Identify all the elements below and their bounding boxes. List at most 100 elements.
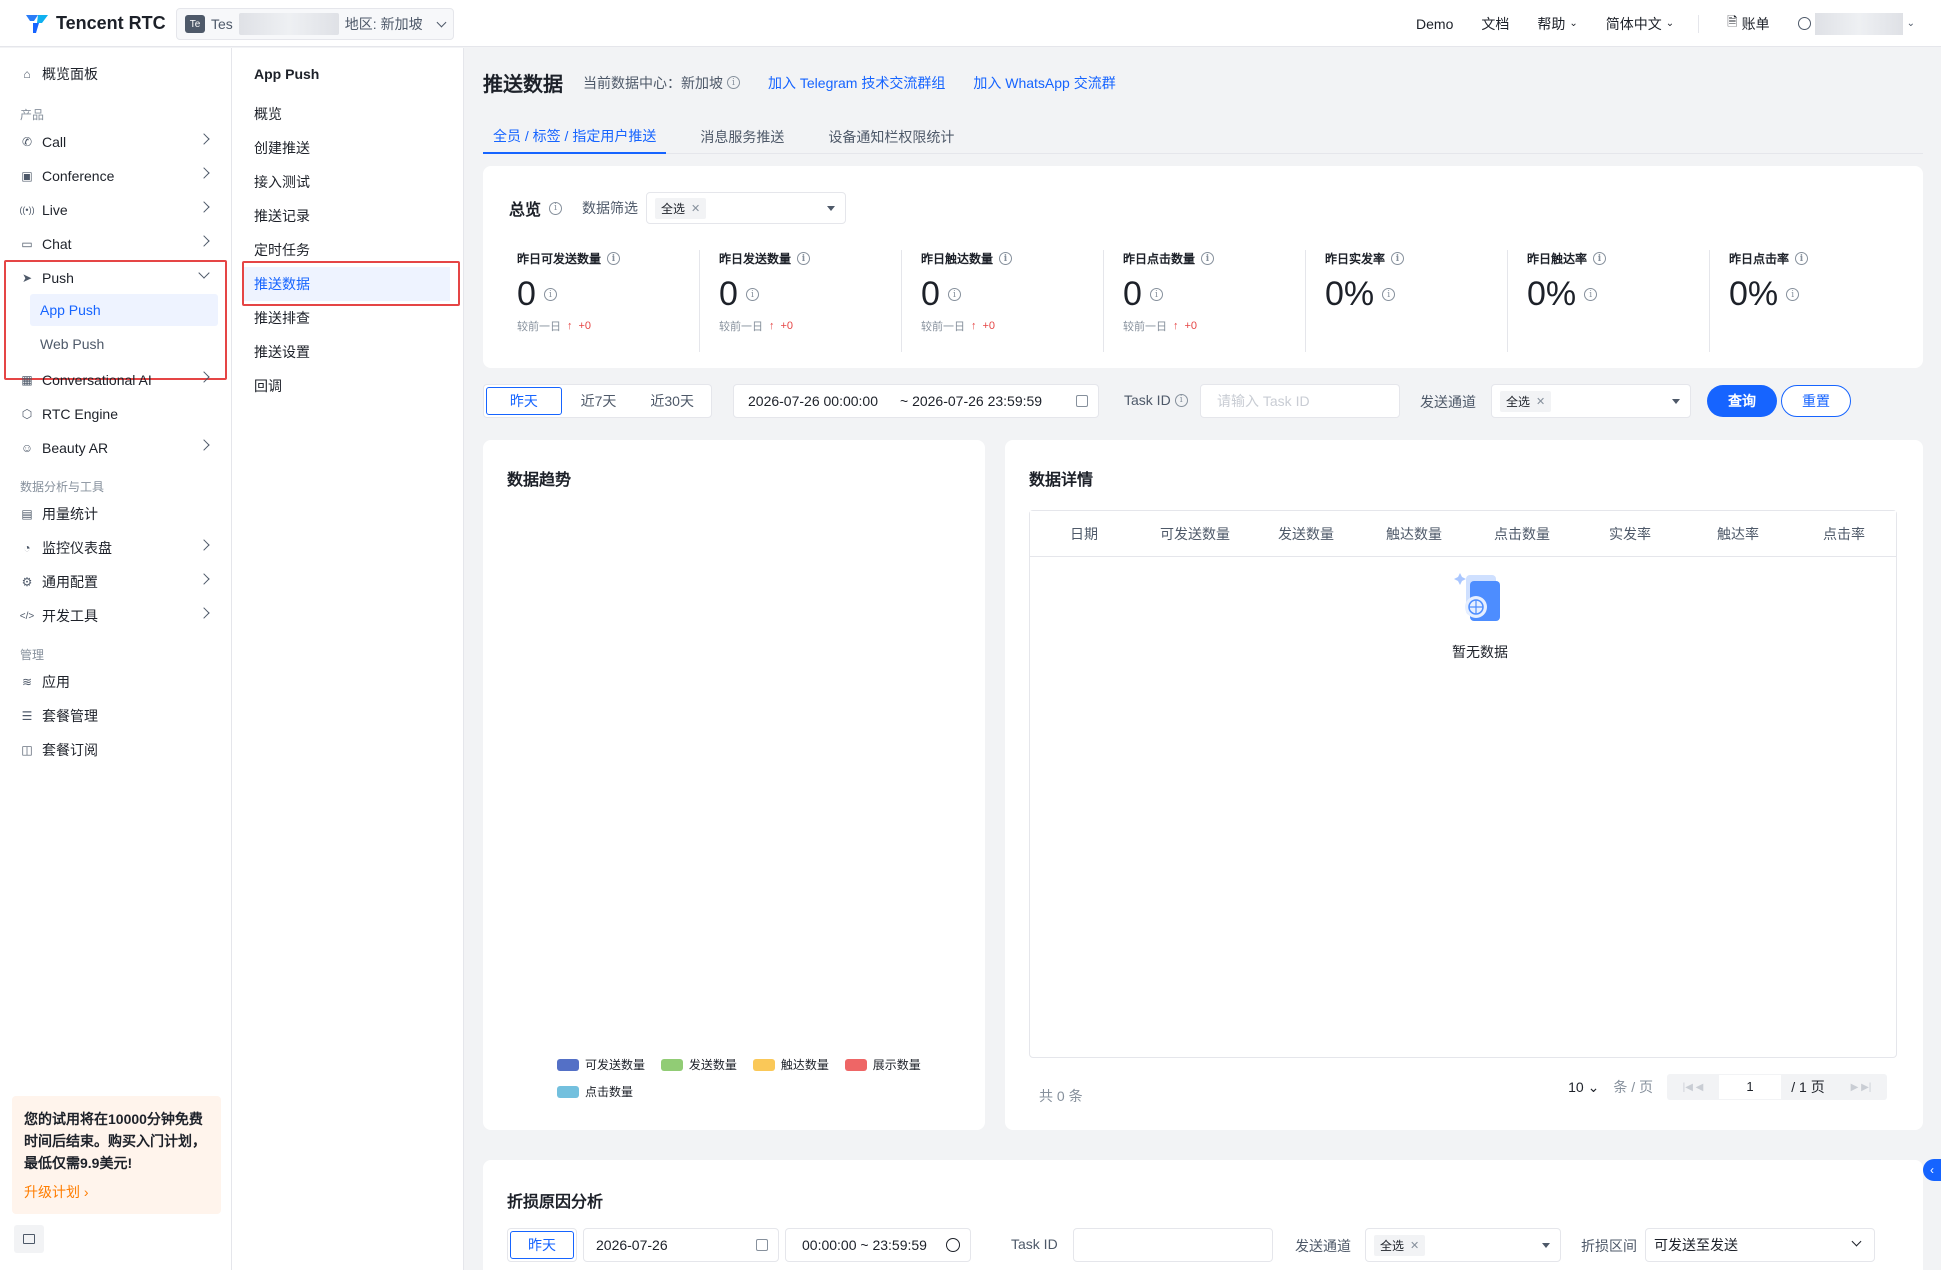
subnav-item-records[interactable]: 推送记录 (244, 199, 450, 233)
column-header[interactable]: 点击率 (1792, 524, 1896, 544)
top-link-docs[interactable]: 文档 (1481, 14, 1509, 34)
info-icon[interactable]: i (999, 252, 1013, 265)
close-icon[interactable]: ✕ (1410, 1239, 1419, 1252)
chevron-left-icon: ‹ (1930, 1163, 1934, 1177)
info-icon[interactable]: i (1174, 393, 1188, 407)
table-header: 日期 可发送数量 发送数量 触达数量 点击数量 实发率 触达率 点击率 (1030, 511, 1896, 557)
whatsapp-link[interactable]: 加入 WhatsApp 交流群 (973, 73, 1115, 93)
data-filter-row: 昨天 近7天 近30天 2026-07-26 00:00:00 ~ 2026-0… (483, 384, 1923, 424)
upgrade-link[interactable]: 升级计划 › (24, 1182, 209, 1202)
range-yesterday[interactable]: 昨天 (486, 387, 562, 415)
info-icon[interactable]: i (1593, 252, 1607, 265)
nav-item-monitor[interactable]: ◔ 监控仪表盘 (20, 534, 216, 562)
nav-item-rtc-engine[interactable]: ⬡ RTC Engine (20, 400, 216, 428)
column-header[interactable]: 点击数量 (1468, 524, 1576, 544)
tab-all-users[interactable]: 全员 / 标签 / 指定用户推送 (483, 120, 667, 154)
info-icon[interactable]: i (1149, 288, 1163, 301)
loss-taskid-input[interactable] (1073, 1228, 1273, 1262)
sidebar-collapse-button[interactable] (14, 1225, 44, 1253)
promo-text: 您的试用将在10000分钟免费时间后结束。购买入门计划，最低仅需9.9美元! (24, 1111, 206, 1171)
loss-interval-select[interactable]: 可发送至发送 (1645, 1228, 1875, 1262)
info-icon[interactable]: i (1391, 252, 1405, 265)
telegram-link[interactable]: 加入 Telegram 技术交流群组 (768, 73, 945, 93)
app-selector[interactable]: Te Tes 地区: 新加坡 (176, 8, 454, 40)
nav-item-conference[interactable]: ▣ Conference (20, 162, 216, 190)
info-icon[interactable]: i (745, 288, 759, 301)
info-icon[interactable]: i (1382, 288, 1396, 301)
nav-item-beauty-ar[interactable]: ☺ Beauty AR (20, 434, 216, 462)
reset-button[interactable]: 重置 (1781, 385, 1851, 417)
nav-item-dev-tools[interactable]: </> 开发工具 (20, 602, 216, 630)
chevron-right-icon (198, 573, 210, 585)
nav-item-plan-subscribe[interactable]: ◫ 套餐订阅 (20, 736, 216, 764)
channel-select[interactable]: 全选 ✕ (1491, 384, 1691, 418)
nav-item-conversational-ai[interactable]: ▦ Conversational AI (20, 366, 216, 394)
info-icon[interactable]: i (1584, 288, 1598, 301)
legend-item[interactable]: 展示数量 (844, 1056, 921, 1073)
billing-link[interactable]: 🗎 账单 (1727, 13, 1769, 35)
subnav-item-test[interactable]: 接入测试 (244, 165, 450, 199)
app-badge: Te (185, 15, 205, 33)
subnav-item-overview[interactable]: 概览 (244, 97, 450, 131)
nav-item-call[interactable]: ✆ Call (20, 128, 216, 156)
tab-message-service[interactable]: 消息服务推送 (690, 120, 794, 154)
nav-item-live[interactable]: ((•)) Live (19, 196, 216, 224)
page-size-select[interactable]: 10 ⌄ (1568, 1079, 1599, 1096)
column-header[interactable]: 可发送数量 (1138, 524, 1252, 544)
info-icon[interactable]: i (797, 252, 811, 265)
close-icon[interactable]: ✕ (691, 202, 700, 215)
sidebar-toggle-icon (23, 1234, 35, 1244)
prev-page-buttons[interactable]: |◀ ◀ (1667, 1082, 1719, 1093)
trend-title: 数据趋势 (507, 472, 572, 489)
legend-item[interactable]: 发送数量 (660, 1056, 737, 1073)
tab-notification-permission[interactable]: 设备通知栏权限统计 (818, 120, 964, 154)
loss-time-picker[interactable]: 00:00:00 ~ 23:59:59 (785, 1228, 971, 1262)
float-expand-button[interactable]: ‹ (1923, 1159, 1941, 1181)
info-icon[interactable]: i (607, 252, 621, 265)
close-icon[interactable]: ✕ (1536, 395, 1545, 408)
column-header[interactable]: 日期 (1030, 524, 1138, 544)
loss-channel-select[interactable]: 全选 ✕ (1365, 1228, 1561, 1262)
range-7days[interactable]: 近7天 (562, 387, 636, 415)
highlight-box-push (4, 260, 227, 380)
overview-filter-select[interactable]: 全选 ✕ (646, 192, 847, 224)
range-30days[interactable]: 近30天 (635, 387, 709, 415)
subnav-item-settings[interactable]: 推送设置 (244, 335, 450, 369)
column-header[interactable]: 发送数量 (1252, 524, 1360, 544)
info-icon[interactable]: i (947, 288, 961, 301)
page-input[interactable]: 1 (1719, 1075, 1781, 1099)
legend-item[interactable]: 触达数量 (752, 1056, 829, 1073)
nav-item-plan-manage[interactable]: ☰ 套餐管理 (20, 702, 216, 730)
info-icon[interactable]: i (1786, 288, 1800, 301)
nav-item-chat[interactable]: ▭ Chat (20, 230, 216, 258)
column-header[interactable]: 实发率 (1576, 524, 1684, 544)
nav-item-config[interactable]: ⚙ 通用配置 (20, 568, 216, 596)
column-header[interactable]: 触达率 (1684, 524, 1792, 544)
query-button[interactable]: 查询 (1707, 385, 1777, 417)
next-page-buttons[interactable]: ▶ ▶| (1835, 1082, 1887, 1093)
subnav-item-troubleshoot[interactable]: 推送排查 (244, 301, 450, 335)
nav-item-apps[interactable]: ≋ 应用 (20, 668, 216, 696)
loss-date-picker[interactable]: 2026-07-26 (583, 1228, 779, 1262)
subnav-item-callback[interactable]: 回调 (244, 369, 450, 403)
info-icon[interactable]: i (1795, 252, 1809, 265)
info-icon[interactable]: i (549, 201, 563, 215)
brand-logo[interactable]: Tencent RTC (24, 11, 166, 35)
user-menu[interactable]: ⌄ (1797, 12, 1915, 35)
column-header[interactable]: 触达数量 (1360, 524, 1468, 544)
info-icon[interactable]: i (543, 288, 557, 301)
datetime-range-picker[interactable]: 2026-07-26 00:00:00 ~ 2026-07-26 23:59:5… (733, 384, 1099, 418)
chevron-down-icon (1851, 1236, 1862, 1247)
loss-range-yesterday[interactable]: 昨天 (510, 1231, 574, 1259)
top-link-demo[interactable]: Demo (1416, 16, 1453, 32)
nav-item-overview[interactable]: ⌂ 概览面板 (20, 60, 216, 88)
nav-item-usage[interactable]: ▤ 用量统计 (20, 500, 216, 528)
top-link-help[interactable]: 帮助 ⌄ (1537, 14, 1577, 34)
taskid-input[interactable]: 请输入 Task ID (1200, 384, 1400, 418)
info-icon[interactable]: i (727, 76, 740, 89)
info-icon[interactable]: i (1201, 252, 1215, 265)
legend-item[interactable]: 可发送数量 (557, 1056, 645, 1073)
subnav-item-create[interactable]: 创建推送 (244, 131, 450, 165)
language-switch[interactable]: 简体中文 ⌄ (1606, 14, 1674, 34)
legend-item[interactable]: 点击数量 (557, 1083, 633, 1100)
